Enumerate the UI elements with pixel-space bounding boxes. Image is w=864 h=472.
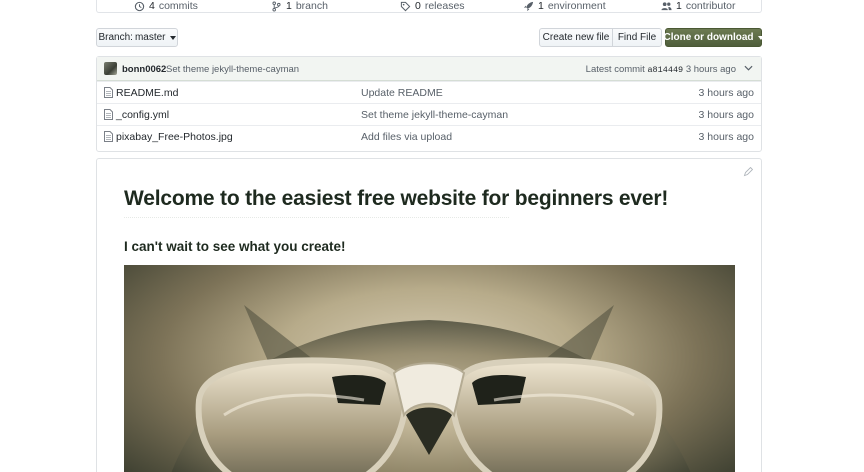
latest-commit-label: Latest commit [585, 64, 645, 75]
file-icon [104, 131, 113, 142]
latest-commit-info: Latest commit a814449 3 hours ago [586, 64, 736, 75]
file-commit-message-link[interactable]: Add files via upload [361, 131, 452, 143]
readme-image [124, 265, 735, 472]
commit-author-link[interactable]: bonn0062 [122, 64, 166, 75]
heading-divider [124, 217, 509, 218]
branch-icon [272, 1, 281, 11]
file-name-link[interactable]: _config.yml [116, 109, 169, 121]
releases-link[interactable]: 0 releases [400, 0, 465, 12]
branches-label: branch [295, 0, 328, 12]
branch-select-button[interactable]: Branch: master [96, 28, 178, 47]
file-row[interactable]: _config.yml Set theme jekyll-theme-cayma… [97, 103, 761, 125]
file-row[interactable]: README.md Update README 3 hours ago [97, 81, 761, 103]
releases-count: 0 [415, 0, 421, 12]
history-icon [134, 1, 145, 11]
file-age: 3 hours ago [698, 109, 754, 121]
branches-count: 1 [286, 0, 292, 12]
file-icon [104, 109, 113, 120]
find-file-button[interactable]: Find File [612, 28, 662, 47]
repo-stats-bar: 4 commits 1 branch 0 releases 1 environment … [96, 0, 762, 13]
environments-link[interactable]: 1 environment [523, 0, 606, 12]
commit-message-link[interactable]: Set theme jekyll-theme-cayman [166, 64, 299, 75]
file-row[interactable]: pixabay_Free-Photos.jpg Add files via up… [97, 125, 761, 147]
file-age: 3 hours ago [698, 131, 754, 143]
readme-subheading: I can't wait to see what you create! [124, 239, 346, 254]
contributors-count: 1 [676, 0, 682, 12]
create-new-file-button[interactable]: Create new file [539, 28, 613, 47]
caret-down-icon [169, 35, 176, 40]
clone-label: Clone or download [663, 32, 754, 43]
cat-with-glasses-photo [171, 305, 691, 472]
file-table: bonn0062 Set theme jekyll-theme-cayman L… [96, 56, 762, 152]
file-age: 3 hours ago [698, 87, 754, 99]
commits-label: commits [158, 0, 198, 12]
commit-sha-link[interactable]: a814449 [647, 65, 683, 75]
releases-label: releases [424, 0, 465, 12]
file-name-link[interactable]: README.md [116, 87, 178, 99]
clone-or-download-button[interactable]: Clone or download [663, 28, 764, 47]
environments-label: environment [547, 0, 606, 12]
tag-icon [400, 1, 411, 11]
pencil-icon[interactable] [743, 167, 753, 177]
branches-link[interactable]: 1 branch [271, 0, 328, 12]
avatar[interactable] [104, 62, 117, 75]
branch-label: Branch: [98, 32, 133, 43]
file-commit-message-link[interactable]: Set theme jekyll-theme-cayman [361, 109, 508, 121]
file-name-link[interactable]: pixabay_Free-Photos.jpg [116, 131, 233, 143]
commit-age: 3 hours ago [685, 64, 736, 75]
file-icon [104, 87, 113, 98]
file-commit-message-link[interactable]: Update README [361, 87, 443, 99]
people-icon [661, 1, 672, 10]
contributors-link[interactable]: 1 contributor [661, 0, 735, 12]
commits-count: 4 [149, 0, 155, 12]
readme-panel: Welcome to the easiest free website for … [96, 158, 762, 472]
latest-commit-bar: bonn0062 Set theme jekyll-theme-cayman L… [97, 57, 761, 81]
rocket-icon [523, 1, 534, 11]
branch-value: master [134, 32, 166, 43]
commits-link[interactable]: 4 commits [134, 0, 198, 12]
chevron-down-icon[interactable] [744, 65, 753, 71]
caret-down-icon [757, 35, 764, 40]
environments-count: 1 [538, 0, 544, 12]
readme-heading: Welcome to the easiest free website for … [124, 187, 669, 210]
contributors-label: contributor [685, 0, 736, 12]
